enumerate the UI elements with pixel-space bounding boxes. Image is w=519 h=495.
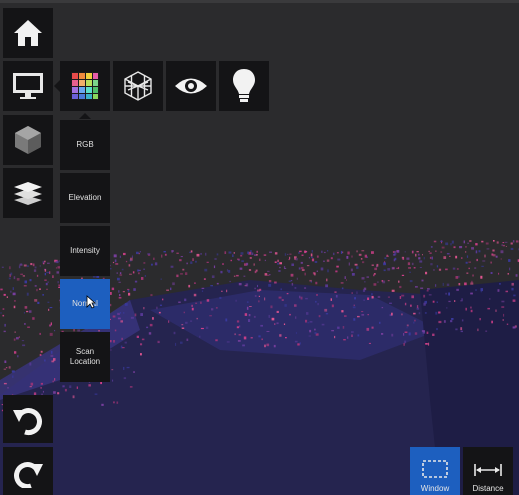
home-button[interactable]: [3, 8, 53, 58]
window-select-button[interactable]: Window: [410, 447, 460, 495]
color-mode-label: Scan Location: [69, 347, 101, 366]
home-icon: [14, 20, 42, 46]
distance-button[interactable]: Distance: [463, 447, 513, 495]
selection-rectangle-icon: [422, 460, 448, 478]
cube-icon: [15, 126, 41, 154]
undo-button[interactable]: [3, 395, 53, 443]
color-mode-label: RGB: [76, 140, 94, 149]
wireframe-cube-icon: [124, 71, 152, 101]
wireframe-button[interactable]: [113, 61, 163, 111]
color-mode-label: Elevation: [68, 193, 102, 202]
color-mode-normal[interactable]: Normal: [60, 279, 110, 329]
distance-measure-icon: [474, 464, 502, 476]
color-mode-intensity[interactable]: Intensity: [60, 226, 110, 276]
eye-icon: [175, 78, 207, 94]
color-menu-pointer: [79, 113, 91, 119]
layers-icon: [14, 182, 42, 205]
color-palette-icon: [71, 72, 99, 100]
color-mode-label: Normal: [72, 299, 98, 308]
color-mode-scan-location[interactable]: Scan Location: [60, 332, 110, 382]
view-button[interactable]: [166, 61, 216, 111]
window-select-label: Window: [420, 484, 450, 493]
color-mode-rgb[interactable]: RGB: [60, 120, 110, 170]
lightbulb-icon: [233, 69, 255, 102]
distance-label: Distance: [472, 484, 504, 493]
cube-button[interactable]: [3, 115, 53, 165]
color-mode-button[interactable]: [60, 61, 110, 111]
monitor-icon: [13, 73, 43, 99]
lighting-button[interactable]: [219, 61, 269, 111]
redo-icon: [14, 462, 43, 488]
display-button[interactable]: [3, 61, 53, 111]
undo-icon: [13, 408, 42, 436]
redo-button[interactable]: [3, 447, 53, 495]
layers-button[interactable]: [3, 168, 53, 218]
color-mode-elevation[interactable]: Elevation: [60, 173, 110, 223]
color-mode-label: Intensity: [70, 246, 100, 255]
